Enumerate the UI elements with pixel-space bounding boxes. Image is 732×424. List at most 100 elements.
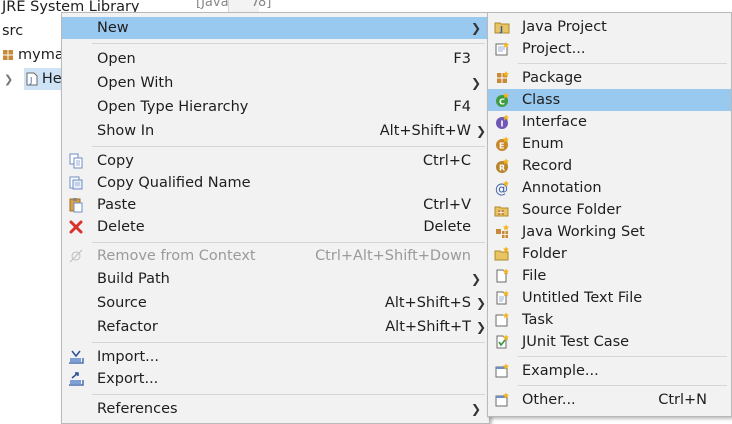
shortcut-label: Ctrl+V xyxy=(423,197,471,213)
menu-item-build-path[interactable]: Build Path ❯ xyxy=(62,268,489,290)
shortcut-label: Ctrl+C xyxy=(422,153,471,169)
shortcut-label: Ctrl+Alt+Shift+Down xyxy=(315,248,471,264)
submenu-item-class[interactable]: C Class xyxy=(488,89,731,111)
submenu-item-file[interactable]: File xyxy=(488,265,731,287)
submenu-item-annotation[interactable]: @ Annotation xyxy=(488,177,731,199)
source-folder-icon xyxy=(494,202,510,218)
svg-text:C: C xyxy=(499,98,505,107)
delete-icon xyxy=(68,219,84,235)
menu-item-label: Project... xyxy=(522,41,586,57)
submenu-item-source-folder[interactable]: Source Folder xyxy=(488,199,731,221)
menu-item-export[interactable]: Export... xyxy=(62,368,489,390)
menu-item-show-in[interactable]: Show In Alt+Shift+W ❯ xyxy=(62,120,489,142)
svg-text:I: I xyxy=(501,120,504,129)
menu-item-label: Copy Qualified Name xyxy=(97,175,251,191)
editor-line-number: 7 xyxy=(251,0,260,10)
submenu-arrow-icon: ❯ xyxy=(475,124,486,138)
record-icon: R xyxy=(494,158,510,174)
menu-item-label: Source Folder xyxy=(522,202,622,218)
svg-text:J: J xyxy=(29,76,32,85)
src-label: src xyxy=(2,23,24,39)
java-project-icon: J xyxy=(494,19,510,35)
submenu-arrow-icon: ❯ xyxy=(470,76,481,90)
menu-item-label: Remove from Context xyxy=(97,248,256,264)
menu-item-label: Import... xyxy=(97,349,159,365)
paste-icon xyxy=(68,197,84,213)
submenu-item-package[interactable]: Package xyxy=(488,67,731,89)
tree-row-file[interactable]: ❯ J He xyxy=(4,68,68,90)
menu-item-copy[interactable]: Copy Ctrl+C xyxy=(62,150,489,172)
shortcut-label: Alt+Shift+S xyxy=(384,295,471,311)
submenu-item-folder[interactable]: Folder xyxy=(488,243,731,265)
expand-chevron-icon[interactable]: ❯ xyxy=(4,73,13,86)
submenu-arrow-icon: ❯ xyxy=(470,272,481,286)
submenu-item-junit-test-case[interactable]: JUnit Test Case xyxy=(488,331,731,353)
submenu-item-enum[interactable]: E Enum xyxy=(488,133,731,155)
menu-item-label: File xyxy=(522,268,547,284)
context-menu: New ❯ Open F3 Open With ❯ Open Type Hier… xyxy=(61,12,490,424)
package-label: myma xyxy=(18,47,64,63)
menu-item-label: Show In xyxy=(97,123,155,139)
menu-item-label: Untitled Text File xyxy=(522,290,643,306)
shortcut-label: F4 xyxy=(453,99,471,115)
class-icon: C xyxy=(494,92,510,108)
annotation-icon: @ xyxy=(494,180,510,196)
tree-row-src[interactable]: src xyxy=(2,20,23,42)
java-file-icon: J xyxy=(26,72,38,86)
shortcut-label: F3 xyxy=(453,51,471,67)
separator xyxy=(92,242,485,243)
java-working-set-icon xyxy=(494,224,510,240)
menu-item-source[interactable]: Source Alt+Shift+S ❯ xyxy=(62,292,489,314)
menu-item-label: New xyxy=(97,20,129,36)
menu-item-label: Delete xyxy=(97,219,145,235)
submenu-arrow-icon: ❯ xyxy=(470,402,481,416)
submenu-arrow-icon: ❯ xyxy=(470,21,481,35)
menu-item-open-with[interactable]: Open With ❯ xyxy=(62,72,489,94)
menu-item-remove-from-context[interactable]: Remove from Context Ctrl+Alt+Shift+Down xyxy=(62,245,489,267)
menu-item-label: Example... xyxy=(522,363,599,379)
menu-item-label: References xyxy=(97,401,178,417)
submenu-item-untitled-text-file[interactable]: Untitled Text File xyxy=(488,287,731,309)
file-label: He xyxy=(41,71,62,87)
menu-item-open[interactable]: Open F3 xyxy=(62,48,489,70)
submenu-item-task[interactable]: Task xyxy=(488,309,731,331)
menu-item-label: JUnit Test Case xyxy=(522,334,630,350)
import-icon xyxy=(68,349,84,365)
svg-text:R: R xyxy=(499,164,505,173)
tree-row-package[interactable]: myma xyxy=(2,44,64,66)
menu-item-label: Open With xyxy=(97,75,174,91)
menu-item-new[interactable]: New ❯ xyxy=(62,17,489,39)
menu-item-label: Package xyxy=(522,70,583,86)
separator xyxy=(92,394,485,395)
menu-item-delete[interactable]: Delete Delete xyxy=(62,216,489,238)
separator xyxy=(92,146,485,147)
submenu-item-java-working-set[interactable]: Java Working Set xyxy=(488,221,731,243)
menu-item-label: Open xyxy=(97,51,136,67)
menu-item-label: Export... xyxy=(97,371,159,387)
menu-item-open-type-hierarchy[interactable]: Open Type Hierarchy F4 xyxy=(62,96,489,118)
untitled-text-file-icon xyxy=(494,290,510,306)
submenu-item-java-project[interactable]: J Java Project xyxy=(488,16,731,38)
submenu-arrow-icon: ❯ xyxy=(475,320,486,334)
menu-item-import[interactable]: Import... xyxy=(62,346,489,368)
shortcut-label: Delete xyxy=(423,219,471,235)
menu-item-label: Build Path xyxy=(97,271,170,287)
menu-item-copy-qualified-name[interactable]: Copy Qualified Name xyxy=(62,172,489,194)
shortcut-label: Alt+Shift+T xyxy=(385,319,471,335)
separator xyxy=(92,43,485,44)
submenu-arrow-icon: ❯ xyxy=(475,296,486,310)
menu-item-label: Task xyxy=(522,312,554,328)
folder-icon xyxy=(494,246,510,262)
submenu-item-interface[interactable]: I Interface xyxy=(488,111,731,133)
menu-item-refactor[interactable]: Refactor Alt+Shift+T ❯ xyxy=(62,316,489,338)
menu-item-label: Source xyxy=(97,295,147,311)
menu-item-label: Class xyxy=(522,92,561,108)
menu-item-label: Record xyxy=(522,158,573,174)
submenu-item-example[interactable]: Example... xyxy=(488,360,731,382)
submenu-item-record[interactable]: R Record xyxy=(488,155,731,177)
enum-icon: E xyxy=(494,136,510,152)
submenu-item-other[interactable]: Other... Ctrl+N xyxy=(488,389,731,411)
menu-item-paste[interactable]: Paste Ctrl+V xyxy=(62,194,489,216)
package-icon xyxy=(494,70,510,86)
submenu-item-project[interactable]: Project... xyxy=(488,38,731,60)
